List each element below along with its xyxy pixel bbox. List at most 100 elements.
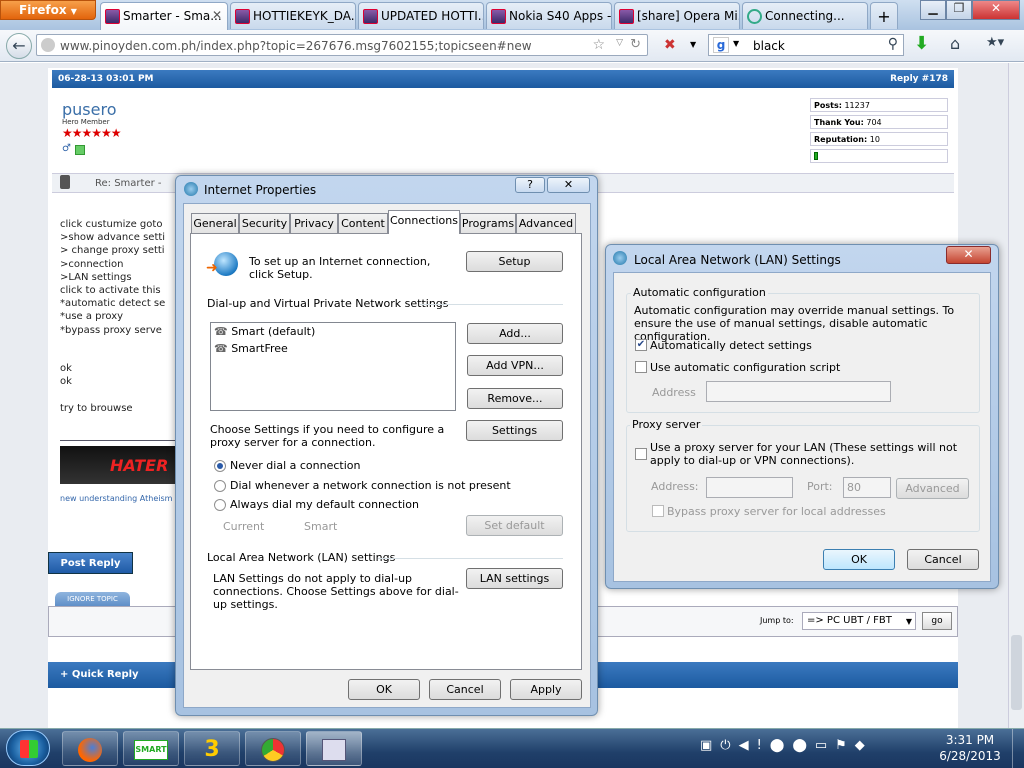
engine-dropdown-icon[interactable]: ▼ [733, 39, 739, 48]
tab-connecting[interactable]: Connecting... [742, 2, 868, 29]
signature-banner[interactable]: HATER [60, 446, 178, 484]
proxy-port-label: Port: [807, 480, 833, 493]
bookmark-star-icon[interactable]: ☆ [592, 37, 605, 53]
lan-close-button[interactable]: ✕ [946, 246, 991, 264]
auto-script-label[interactable]: Use automatic configuration script [650, 361, 840, 374]
page-scrollbar[interactable] [1008, 63, 1024, 728]
lan-settings-button[interactable]: LAN settings [466, 568, 563, 589]
add-vpn-button[interactable]: Add VPN... [467, 355, 563, 376]
help-button[interactable]: ? [515, 177, 545, 193]
choose-settings-text: Choose Settings if you need to configure… [210, 423, 445, 449]
list-item-smart[interactable]: ☎ Smart (default) [214, 325, 315, 338]
setup-button[interactable]: Setup [466, 251, 563, 272]
lan-ok-button[interactable]: OK [823, 549, 895, 570]
minimize-button[interactable]: ▁ [920, 0, 946, 20]
tab-hottiekeyk[interactable]: HOTTIEKEYK_DA... [230, 2, 356, 29]
home-icon[interactable]: ⌂ [950, 34, 960, 53]
clock-date[interactable]: 6/28/2013 [935, 749, 1005, 763]
tab-connections[interactable]: Connections [388, 210, 460, 234]
forum-favicon-icon [363, 9, 378, 24]
search-bar[interactable]: g ▼ black ⚲ [708, 34, 904, 56]
tab-content[interactable]: Content [338, 213, 388, 233]
tab-nokia-s40[interactable]: Nokia S40 Apps -... [486, 2, 612, 29]
post-reply-button[interactable]: Post Reply [48, 552, 133, 574]
dropdown-arrow-icon[interactable]: ▽ [616, 38, 623, 48]
go-button[interactable]: go [922, 612, 952, 630]
url-bar[interactable]: www.pinoyden.com.ph/index.php?topic=2676… [36, 34, 648, 56]
close-button[interactable]: ✕ [547, 177, 590, 193]
radio-never-label[interactable]: Never dial a connection [230, 459, 360, 472]
radio-never-dial[interactable] [214, 460, 226, 472]
auto-config-header: Automatic configuration [631, 286, 768, 299]
list-item-smartfree[interactable]: ☎ SmartFree [214, 342, 288, 355]
script-address-input[interactable] [706, 381, 891, 402]
dropdown-arrow-icon[interactable]: ▼ [690, 40, 696, 49]
scrollbar-thumb[interactable] [1011, 635, 1022, 710]
post-date: 06-28-13 03:01 PM [58, 74, 154, 84]
remove-button[interactable]: Remove... [467, 388, 563, 409]
reply-number[interactable]: Reply #178 [890, 74, 948, 84]
tab-updated-hotti[interactable]: UPDATED HOTTI... [358, 2, 484, 29]
ignore-topic-tab[interactable]: IGNORE TOPIC [55, 592, 130, 606]
taskbar-firefox[interactable] [62, 731, 118, 766]
poster-username[interactable]: pusero [62, 100, 117, 119]
tab-general[interactable]: General [191, 213, 239, 233]
post-subject[interactable]: Re: Smarter - [95, 178, 162, 189]
advanced-button[interactable]: Advanced [896, 478, 969, 499]
search-input: black [753, 39, 785, 53]
tab-programs[interactable]: Programs [460, 213, 516, 233]
proxy-port-input[interactable]: 80 [843, 477, 891, 498]
lan-dialog-title: Local Area Network (LAN) Settings [634, 253, 841, 267]
tab-privacy[interactable]: Privacy [290, 213, 338, 233]
tab-advanced[interactable]: Advanced [516, 213, 576, 233]
taskbar-smart[interactable]: SMART [123, 731, 179, 766]
signature-link[interactable]: new understanding Atheism [60, 494, 172, 503]
download-icon[interactable]: ⬇ [914, 33, 929, 54]
clock-time[interactable]: 3:31 PM [935, 733, 1005, 747]
windows-logo-icon [20, 740, 38, 758]
control-panel-icon [322, 739, 346, 761]
show-desktop-button[interactable] [1012, 729, 1024, 768]
jump-to-select[interactable]: => PC UBT / FBT ▼ [802, 612, 916, 630]
use-proxy-label[interactable]: Use a proxy server for your LAN (These s… [650, 441, 975, 467]
ok-button[interactable]: OK [348, 679, 420, 700]
auto-detect-label[interactable]: Automatically detect settings [650, 339, 812, 352]
tab-smarter[interactable]: Smarter - Sma... ✕ [100, 2, 228, 30]
tab-opera-mini[interactable]: [share] Opera Mi... [614, 2, 740, 29]
settings-button[interactable]: Settings [466, 420, 563, 441]
start-button[interactable] [6, 730, 50, 766]
firefox-menu-button[interactable]: Firefox ▼ [0, 0, 96, 20]
bookmarks-menu-icon[interactable]: ★▾ [986, 35, 1004, 50]
auto-script-checkbox[interactable] [635, 361, 647, 373]
search-icon[interactable]: ⚲ [888, 36, 898, 52]
tab-security[interactable]: Security [239, 213, 290, 233]
adblock-icon[interactable]: ✖ [664, 37, 676, 53]
close-window-button[interactable]: ✕ [972, 0, 1020, 20]
proxy-address-input[interactable] [706, 477, 793, 498]
signature-divider [60, 440, 178, 441]
set-default-button[interactable]: Set default [466, 515, 563, 536]
radio-whenever-label[interactable]: Dial whenever a network connection is no… [230, 479, 511, 492]
close-tab-icon[interactable]: ✕ [212, 8, 222, 22]
radio-dial-whenever[interactable] [214, 480, 226, 492]
auto-detect-checkbox[interactable]: ✔ [635, 339, 647, 351]
use-proxy-checkbox[interactable] [635, 448, 647, 460]
lan-cancel-button[interactable]: Cancel [907, 549, 979, 570]
apply-button[interactable]: Apply [510, 679, 582, 700]
cancel-button[interactable]: Cancel [429, 679, 501, 700]
radio-always-dial[interactable] [214, 499, 226, 511]
forum-favicon-icon [235, 9, 250, 24]
maximize-button[interactable]: ❐ [946, 0, 972, 20]
system-tray-icons[interactable]: ▣⏻◀!⬤⬤▭⚑◆ [700, 738, 873, 753]
radio-always-label[interactable]: Always dial my default connection [230, 498, 419, 511]
back-button[interactable]: ← [6, 33, 32, 59]
new-tab-button[interactable]: + [870, 2, 898, 29]
bypass-checkbox[interactable] [652, 505, 664, 517]
taskbar-chrome[interactable] [245, 731, 301, 766]
setup-description: To set up an Internet connection, click … [249, 255, 431, 281]
reload-icon[interactable]: ↻ [630, 37, 641, 52]
taskbar-app-3[interactable]: 3 [184, 731, 240, 766]
add-button[interactable]: Add... [467, 323, 563, 344]
taskbar-control-panel[interactable] [306, 731, 362, 766]
bypass-label[interactable]: Bypass proxy server for local addresses [667, 505, 886, 518]
